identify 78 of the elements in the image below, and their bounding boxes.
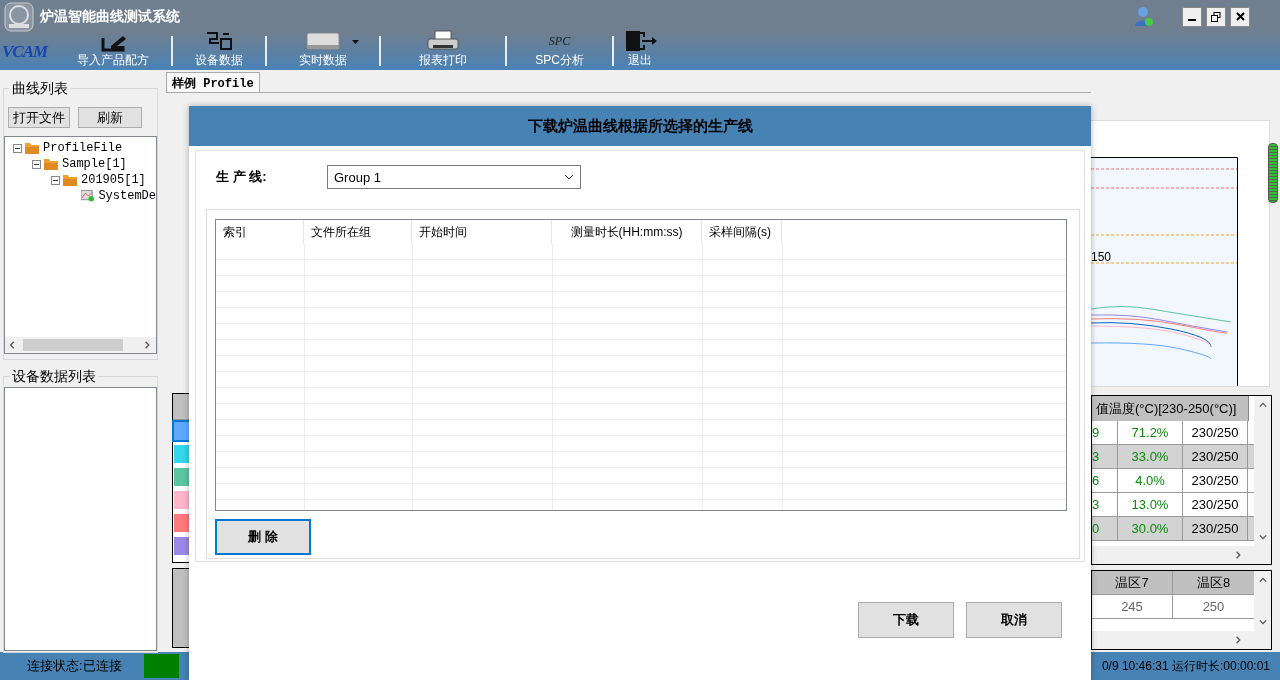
table-cell: 9 [1092, 421, 1118, 444]
scroll-up-icon[interactable] [1258, 575, 1267, 585]
scroll-right-icon[interactable] [1235, 635, 1243, 645]
cancel-button[interactable]: 取消 [966, 602, 1062, 638]
collapse-icon[interactable] [13, 143, 22, 153]
scroll-thumb[interactable] [23, 339, 123, 351]
table-cell: 230/250 [1183, 493, 1248, 516]
toolbar-button[interactable]: 报表打印 [411, 30, 476, 70]
field-label: 生 产 线: [216, 168, 268, 186]
toolbar-button[interactable]: 实时数据 [291, 30, 356, 70]
table-cell: 6 [1092, 469, 1118, 492]
toolbar-button[interactable]: 设备数据 [187, 30, 252, 70]
toolbar-button[interactable]: SPC SPC分析 [527, 30, 592, 70]
table-cell: 230/250 [1183, 445, 1248, 468]
scroll-up-icon[interactable] [1258, 400, 1267, 410]
collapse-icon[interactable] [51, 175, 60, 185]
table-cell: 230/250 [1183, 469, 1248, 492]
tab[interactable]: 样例 Profile [166, 72, 260, 92]
tree-item[interactable]: SystemDe [98, 189, 156, 203]
table-cell: 230/250 [1183, 517, 1248, 540]
close-icon [1235, 12, 1245, 21]
axis-label: 150 [1091, 250, 1112, 264]
toolbar-button[interactable]: 退出 [613, 30, 666, 70]
column-header[interactable]: 索引 [216, 220, 304, 244]
dialog-title: 下载炉温曲线根据所选择的生产线 [189, 106, 1091, 146]
collapse-icon[interactable] [32, 159, 41, 169]
app-logo-icon [4, 1, 34, 32]
table-cell: 3 [1092, 445, 1118, 468]
scroll-down-icon[interactable] [1258, 532, 1267, 542]
table-cell: 0 [1092, 517, 1118, 540]
open-file-button[interactable]: 打开文件 [8, 107, 70, 128]
folder-icon [25, 142, 39, 154]
minimize-icon [1188, 18, 1196, 21]
table-cell: 4.0% [1118, 469, 1183, 492]
scroll-right-icon[interactable] [1235, 550, 1243, 560]
column-header[interactable]: 采样间隔(s) [702, 220, 782, 244]
tree-item[interactable]: Sample[1] [62, 157, 127, 171]
caret-icon[interactable] [352, 40, 360, 44]
scroll-thumb[interactable] [1268, 143, 1278, 203]
connection-status: 连接状态:已连接 [27, 657, 122, 675]
folder-icon [63, 174, 77, 186]
panel-title: 设备数据列表 [10, 368, 98, 386]
scroll-down-icon[interactable] [1258, 617, 1267, 627]
tree-item[interactable]: ProfileFile [43, 141, 123, 155]
table-cell: 13.0% [1118, 493, 1183, 516]
window-title: 炉温智能曲线测试系统 [40, 7, 180, 26]
spc-icon: SPC [548, 30, 571, 52]
delete-button[interactable]: 删 除 [215, 519, 311, 555]
line-dropdown[interactable]: Group 1 [327, 165, 581, 189]
column-header[interactable]: 开始时间 [412, 220, 552, 244]
monitor-icon [305, 30, 342, 52]
toolbar-button[interactable]: 导入产品配方 [69, 30, 158, 70]
column-header: 温区7 [1092, 571, 1173, 595]
table-cell: 30.0% [1118, 517, 1183, 540]
folder-icon [44, 158, 58, 170]
restore-icon [1211, 11, 1221, 22]
restore-button[interactable] [1206, 6, 1226, 27]
chevron-down-icon[interactable] [564, 174, 574, 180]
chart-file-icon [81, 190, 95, 202]
tree-item[interactable]: 201905[1] [81, 173, 146, 187]
table-cell: 71.2% [1118, 421, 1183, 444]
table-cell: 230/250 [1183, 421, 1248, 444]
column-header[interactable]: 文件所在组 [304, 220, 412, 244]
minimize-button[interactable] [1182, 6, 1202, 27]
table-cell: 245 [1092, 595, 1173, 619]
printer-icon [425, 30, 462, 52]
close-button[interactable] [1230, 6, 1250, 27]
table-cell: 3 [1092, 493, 1118, 516]
refresh-button[interactable]: 刷新 [78, 107, 142, 128]
brand-logo: VCAM [1, 40, 50, 63]
clock: 0/9 10:46:31 运行时长:00:00:01 [1101, 657, 1270, 675]
download-button[interactable]: 下载 [858, 602, 954, 638]
column-header[interactable]: 测量时长(HH:mm:ss) [552, 220, 702, 244]
panel-title: 曲线列表 [10, 80, 70, 98]
scroll-left-icon[interactable] [9, 340, 17, 350]
column-header: 值温度(°C)[230-250(°C)] [1096, 399, 1238, 418]
table-cell: 33.0% [1118, 445, 1183, 468]
scroll-right-icon[interactable] [144, 340, 152, 350]
